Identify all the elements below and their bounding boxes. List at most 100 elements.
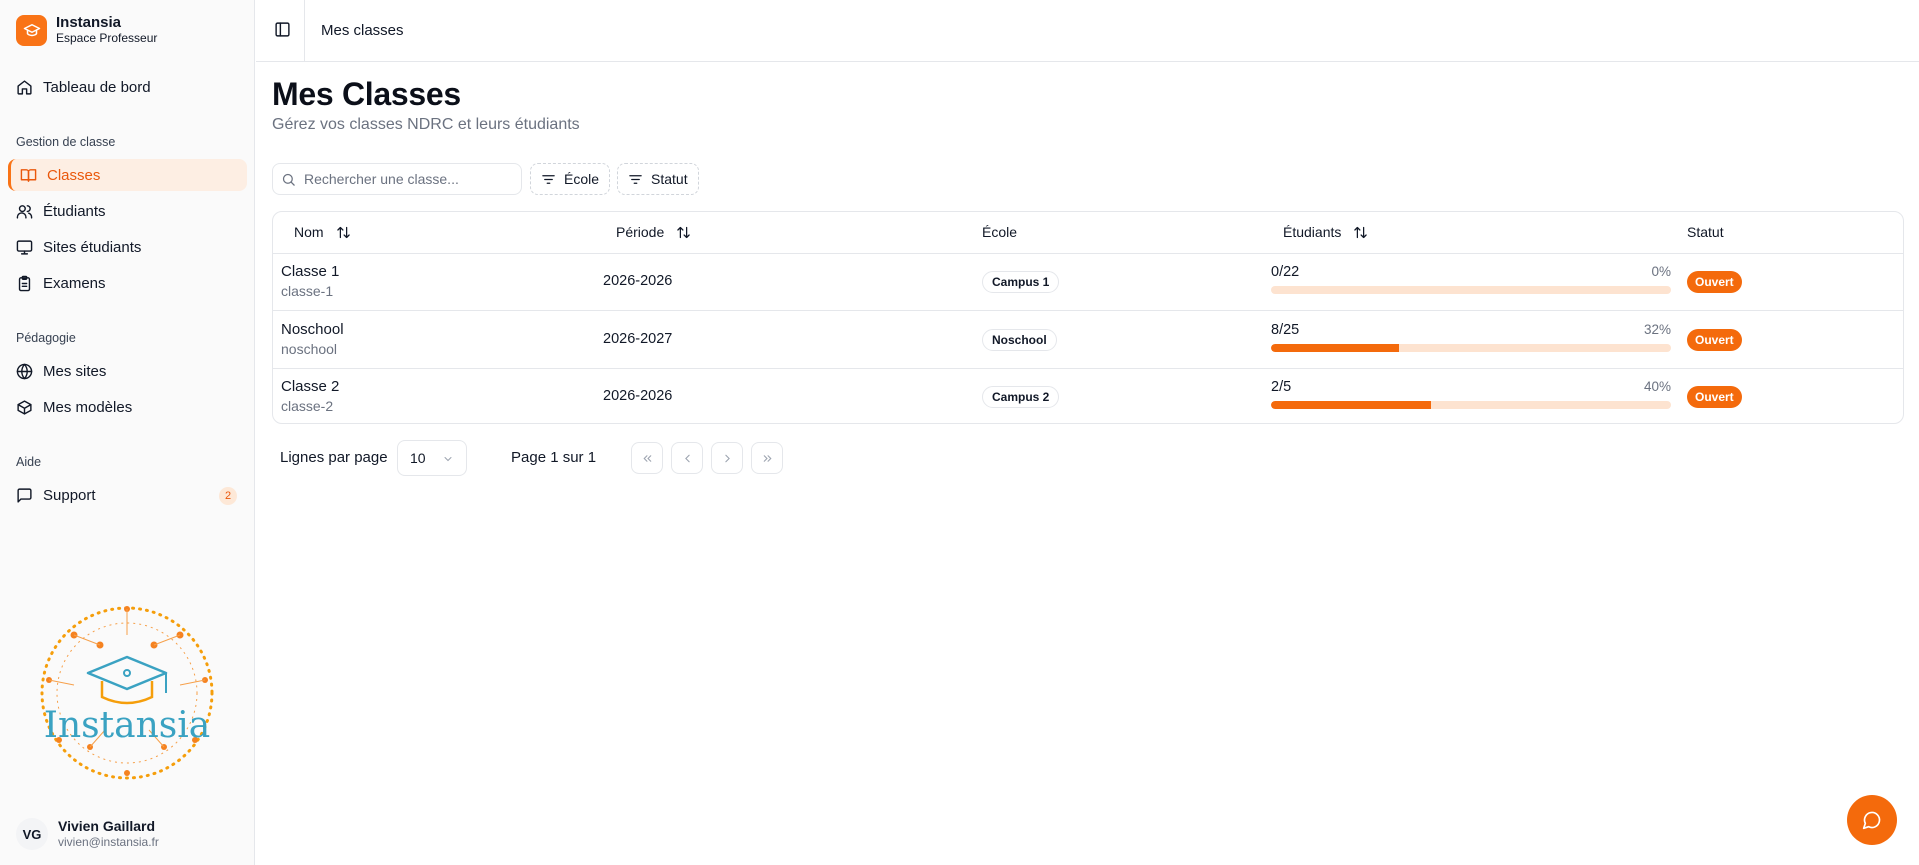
previous-page-button[interactable] [671, 442, 703, 474]
table-row[interactable]: Classe 2 classe-2 2026-2026 Campus 2 2/5… [273, 369, 1903, 423]
column-header-name[interactable]: Nom [294, 224, 351, 240]
class-slug: classe-1 [281, 283, 334, 299]
sidebar-item-dashboard[interactable]: Tableau de bord [8, 71, 247, 103]
sidebar-item-label: Classes [47, 166, 101, 184]
column-header-label: Statut [1687, 224, 1724, 240]
table-header: Nom Période École Étudiants Statut [273, 212, 1903, 254]
next-page-button[interactable] [711, 442, 743, 474]
column-header-label: Nom [294, 224, 324, 240]
chevron-left-icon [684, 454, 690, 462]
school-badge: Noschool [982, 329, 1057, 351]
chevron-down-icon [444, 457, 452, 462]
sidebar-item-students[interactable]: Étudiants [8, 195, 247, 227]
students-percent: 32% [1643, 322, 1671, 337]
class-period: 2026-2026 [603, 388, 673, 404]
school-filter-button[interactable]: École [530, 163, 611, 195]
sidebar-toggle-button[interactable] [274, 21, 294, 41]
user-email: vivien@instansia.fr [58, 835, 159, 849]
section-label-class-management: Gestion de classe [16, 135, 116, 149]
class-name-cell: Classe 1 classe-1 [281, 262, 339, 301]
monitor-icon [16, 239, 33, 255]
progress-bar [1271, 344, 1671, 352]
sidebar-item-my-templates[interactable]: Mes modèles [8, 391, 247, 423]
sidebar-item-label: Étudiants [43, 202, 106, 220]
user-profile[interactable]: VG Vivien Gaillard vivien@instansia.fr [16, 818, 159, 850]
table-row[interactable]: Classe 1 classe-1 2026-2026 Campus 1 0/2… [273, 254, 1903, 311]
user-name: Vivien Gaillard [58, 818, 156, 834]
school-badge: Campus 1 [982, 271, 1060, 293]
sort-icon [677, 226, 691, 238]
graduation-cap-icon [16, 14, 47, 46]
chevron-right-icon [724, 454, 730, 462]
last-page-button[interactable] [751, 442, 783, 474]
sidebar: Instansia Espace Professeur Tableau de b… [0, 0, 255, 865]
column-header-label: Période [616, 224, 665, 240]
users-icon [16, 204, 33, 219]
clipboard-icon [18, 275, 31, 291]
status-filter-button[interactable]: Statut [617, 163, 699, 195]
page-indicator: Page 1 sur 1 [511, 449, 597, 466]
status-badge: Ouvert [1687, 386, 1742, 408]
divider [304, 0, 305, 62]
search-input[interactable] [304, 171, 504, 187]
column-header-label: Étudiants [1283, 224, 1342, 240]
classes-table: Nom Période École Étudiants Statut Class… [272, 211, 1904, 424]
progress-bar [1271, 401, 1671, 409]
sort-icon [336, 226, 350, 238]
chevrons-right-icon [763, 454, 772, 462]
class-slug: classe-2 [281, 398, 334, 414]
logo-wordmark: Instansia [44, 705, 210, 746]
chat-bubble-icon [1862, 811, 1881, 830]
sidebar-item-support[interactable]: Support 2 [8, 479, 247, 511]
page-subtitle: Gérez vos classes NDRC et leurs étudiant… [272, 116, 580, 133]
progress-fill [1271, 344, 1399, 352]
class-name-cell: Noschool noschool [281, 320, 344, 359]
rows-per-page-select[interactable]: 10 [397, 440, 467, 476]
search-icon [282, 173, 295, 186]
status-badge: Ouvert [1687, 329, 1742, 351]
column-header-students[interactable]: Étudiants [1283, 224, 1368, 240]
students-progress: 0/22 0% [1271, 264, 1671, 294]
students-percent: 40% [1643, 379, 1671, 394]
sidebar-item-exams[interactable]: Examens [8, 267, 247, 299]
first-page-button[interactable] [631, 442, 663, 474]
students-count: 0/22 [1271, 264, 1300, 280]
students-count: 2/5 [1271, 379, 1292, 395]
column-header-period[interactable]: Période [616, 224, 691, 240]
page-title: Mes Classes [272, 76, 461, 112]
search-box[interactable] [272, 163, 522, 195]
brand[interactable]: Instansia Espace Professeur [16, 14, 157, 46]
sidebar-item-label: Mes sites [43, 362, 107, 380]
sidebar-item-classes[interactable]: Classes [8, 159, 247, 191]
column-header-label: École [982, 224, 1018, 240]
breadcrumb: Mes classes [321, 22, 404, 39]
sidebar-item-student-sites[interactable]: Sites étudiants [8, 231, 247, 263]
topbar: Mes classes [256, 0, 1919, 62]
sidebar-item-my-sites[interactable]: Mes sites [8, 355, 247, 387]
sidebar-item-label: Support [43, 486, 96, 504]
students-progress: 2/5 40% [1271, 379, 1671, 409]
panel-left-icon [275, 22, 290, 37]
filter-label: Statut [651, 171, 688, 187]
class-name: Noschool [281, 321, 344, 338]
class-period: 2026-2026 [603, 273, 673, 289]
class-name-cell: Classe 2 classe-2 [281, 377, 339, 416]
students-count: 8/25 [1271, 322, 1300, 338]
book-open-icon [20, 168, 37, 182]
home-icon [17, 79, 32, 95]
students-percent: 0% [1651, 264, 1671, 279]
filter-label: École [564, 171, 600, 187]
sidebar-item-label: Mes modèles [43, 398, 133, 416]
rows-per-page-value: 10 [410, 450, 426, 466]
chat-button[interactable] [1847, 795, 1897, 845]
column-header-school: École [982, 224, 1017, 240]
table-row[interactable]: Noschool noschool 2026-2027 Noschool 8/2… [273, 312, 1903, 369]
section-label-help: Aide [16, 455, 42, 469]
sidebar-item-label: Tableau de bord [43, 78, 151, 96]
rows-per-page-label: Lignes par page [280, 449, 388, 466]
status-badge: Ouvert [1687, 271, 1742, 293]
box-icon [17, 399, 32, 415]
progress-fill [1271, 401, 1431, 409]
avatar: VG [16, 818, 48, 850]
class-slug: noschool [281, 341, 338, 357]
